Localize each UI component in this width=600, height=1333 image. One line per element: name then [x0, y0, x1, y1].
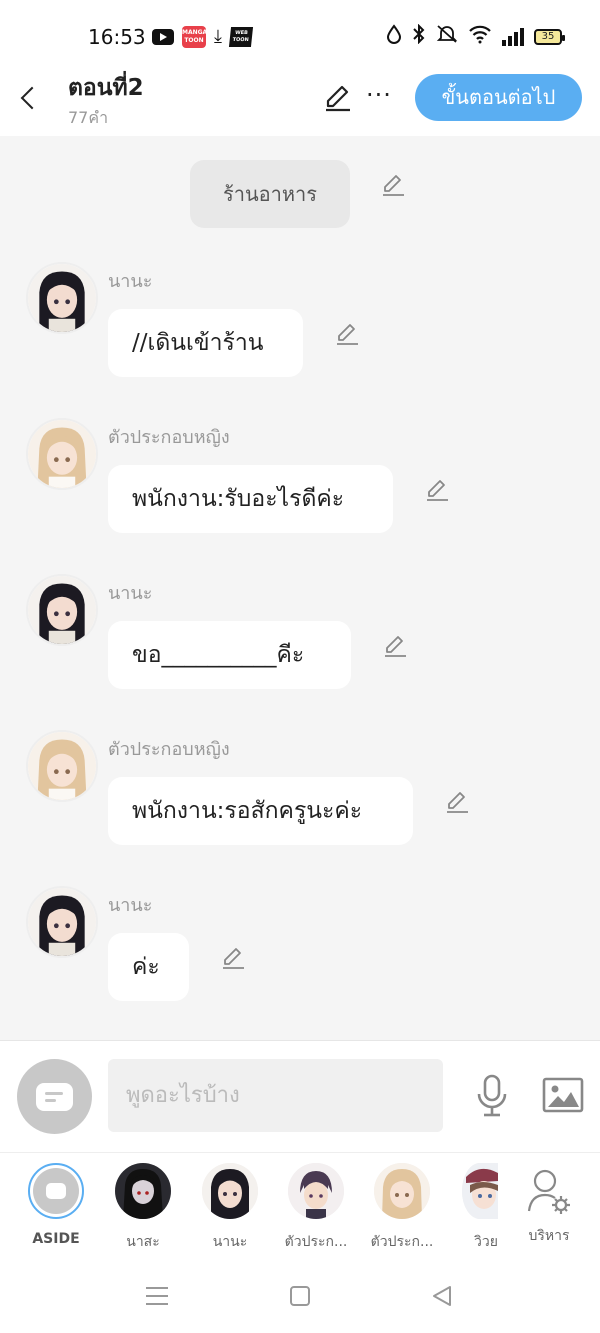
next-step-button[interactable]: ขั้นตอนต่อไป — [415, 74, 582, 121]
scene-label[interactable]: ร้านอาหาร — [190, 160, 350, 228]
character-label: บริหาร — [528, 1228, 570, 1244]
edit-message-icon[interactable] — [382, 633, 408, 659]
character-label: ตัวประก... — [284, 1234, 348, 1250]
avatar-nana[interactable] — [26, 262, 98, 334]
speaker-name: นานะ — [108, 583, 153, 604]
mangatoon-icon: MANGA TOON — [182, 26, 207, 48]
microphone-icon[interactable] — [474, 1074, 510, 1118]
character-label: นาสะ — [126, 1234, 160, 1250]
speaker-name: ตัวประกอบหญิง — [108, 427, 230, 448]
avatar-nana[interactable] — [26, 574, 98, 646]
home-icon[interactable] — [290, 1286, 310, 1306]
editor-header: ตอนที่2 77คำ ··· ขั้นตอนต่อไป — [0, 62, 600, 136]
character-label: ตัวประก... — [370, 1234, 434, 1250]
battery-icon: 35 — [534, 29, 565, 45]
edit-title-icon[interactable] — [322, 82, 354, 114]
episode-title: ตอนที่2 — [68, 75, 144, 101]
message-bubble[interactable]: พนักงาน:รับอะไรดีค่ะ — [108, 465, 393, 533]
character-male-extra[interactable]: ตัวประก... — [276, 1163, 356, 1253]
message-composer — [0, 1040, 600, 1152]
status-time: 16:53 — [88, 25, 146, 49]
message-bubble[interactable]: ขอ__________คีะ — [108, 621, 351, 689]
notification-icons: MANGA TOON ⤓ WEB TOON — [152, 26, 254, 48]
system-icons: 35 — [386, 23, 565, 50]
back-icon[interactable] — [14, 80, 42, 116]
aside-avatar — [28, 1163, 84, 1219]
character-label: นานะ — [212, 1234, 248, 1250]
character-aside[interactable]: ASIDE — [16, 1163, 96, 1247]
signal-icon — [502, 28, 524, 46]
speaker-name: นานะ — [108, 895, 153, 916]
message-bubble[interactable]: //เดินเข้าร้าน — [108, 309, 303, 377]
speaker-name: ตัวประกอบหญิง — [108, 739, 230, 760]
webtoon-icon: WEB TOON — [228, 27, 254, 47]
wifi-icon — [468, 24, 492, 50]
character-nana[interactable]: นานะ — [190, 1163, 270, 1253]
manage-characters-button[interactable]: บริหาร — [509, 1163, 589, 1247]
download-icon: ⤓ — [214, 26, 222, 47]
speaker-name: นานะ — [108, 271, 153, 292]
bluetooth-icon — [412, 23, 426, 50]
message-bubble[interactable]: ค่ะ — [108, 933, 189, 1001]
avatar-female-extra[interactable] — [26, 730, 98, 802]
avatar-nana[interactable] — [26, 886, 98, 958]
youtube-icon — [152, 29, 174, 45]
character-avatar — [374, 1163, 430, 1219]
message-bubble[interactable]: พนักงาน:รอสักครูนะค่ะ — [108, 777, 413, 845]
aside-toggle-button[interactable] — [17, 1059, 92, 1134]
edit-message-icon[interactable] — [220, 945, 246, 971]
character-avatar — [202, 1163, 258, 1219]
character-avatar — [288, 1163, 344, 1219]
aside-icon — [36, 1083, 73, 1111]
message-input[interactable] — [108, 1059, 443, 1132]
word-count: 77คำ — [68, 108, 109, 127]
more-options-icon[interactable]: ··· — [366, 80, 392, 110]
status-bar: 16:53 MANGA TOON ⤓ WEB TOON 35 — [0, 0, 600, 62]
character-avatar — [115, 1163, 171, 1219]
avatar-female-extra[interactable] — [26, 418, 98, 490]
character-nasa[interactable]: นาสะ — [103, 1163, 183, 1253]
character-avatar — [462, 1163, 498, 1219]
character-selector: ASIDE นาสะ นานะ ตัวประก... ตัวประก... วิ… — [0, 1152, 600, 1262]
character-female-extra[interactable]: ตัวประก... — [362, 1163, 442, 1253]
recent-apps-icon[interactable] — [146, 1287, 168, 1305]
system-nav-bar — [0, 1262, 600, 1333]
edit-message-icon[interactable] — [444, 789, 470, 815]
nav-back-icon[interactable] — [430, 1284, 454, 1308]
drop-icon — [386, 24, 402, 50]
image-upload-icon[interactable] — [542, 1076, 584, 1114]
manage-characters-icon — [521, 1163, 577, 1219]
edit-message-icon[interactable] — [334, 321, 360, 347]
edit-scene-icon[interactable] — [380, 172, 406, 198]
character-label: ASIDE — [32, 1231, 80, 1247]
mute-icon — [436, 24, 458, 50]
edit-message-icon[interactable] — [424, 477, 450, 503]
